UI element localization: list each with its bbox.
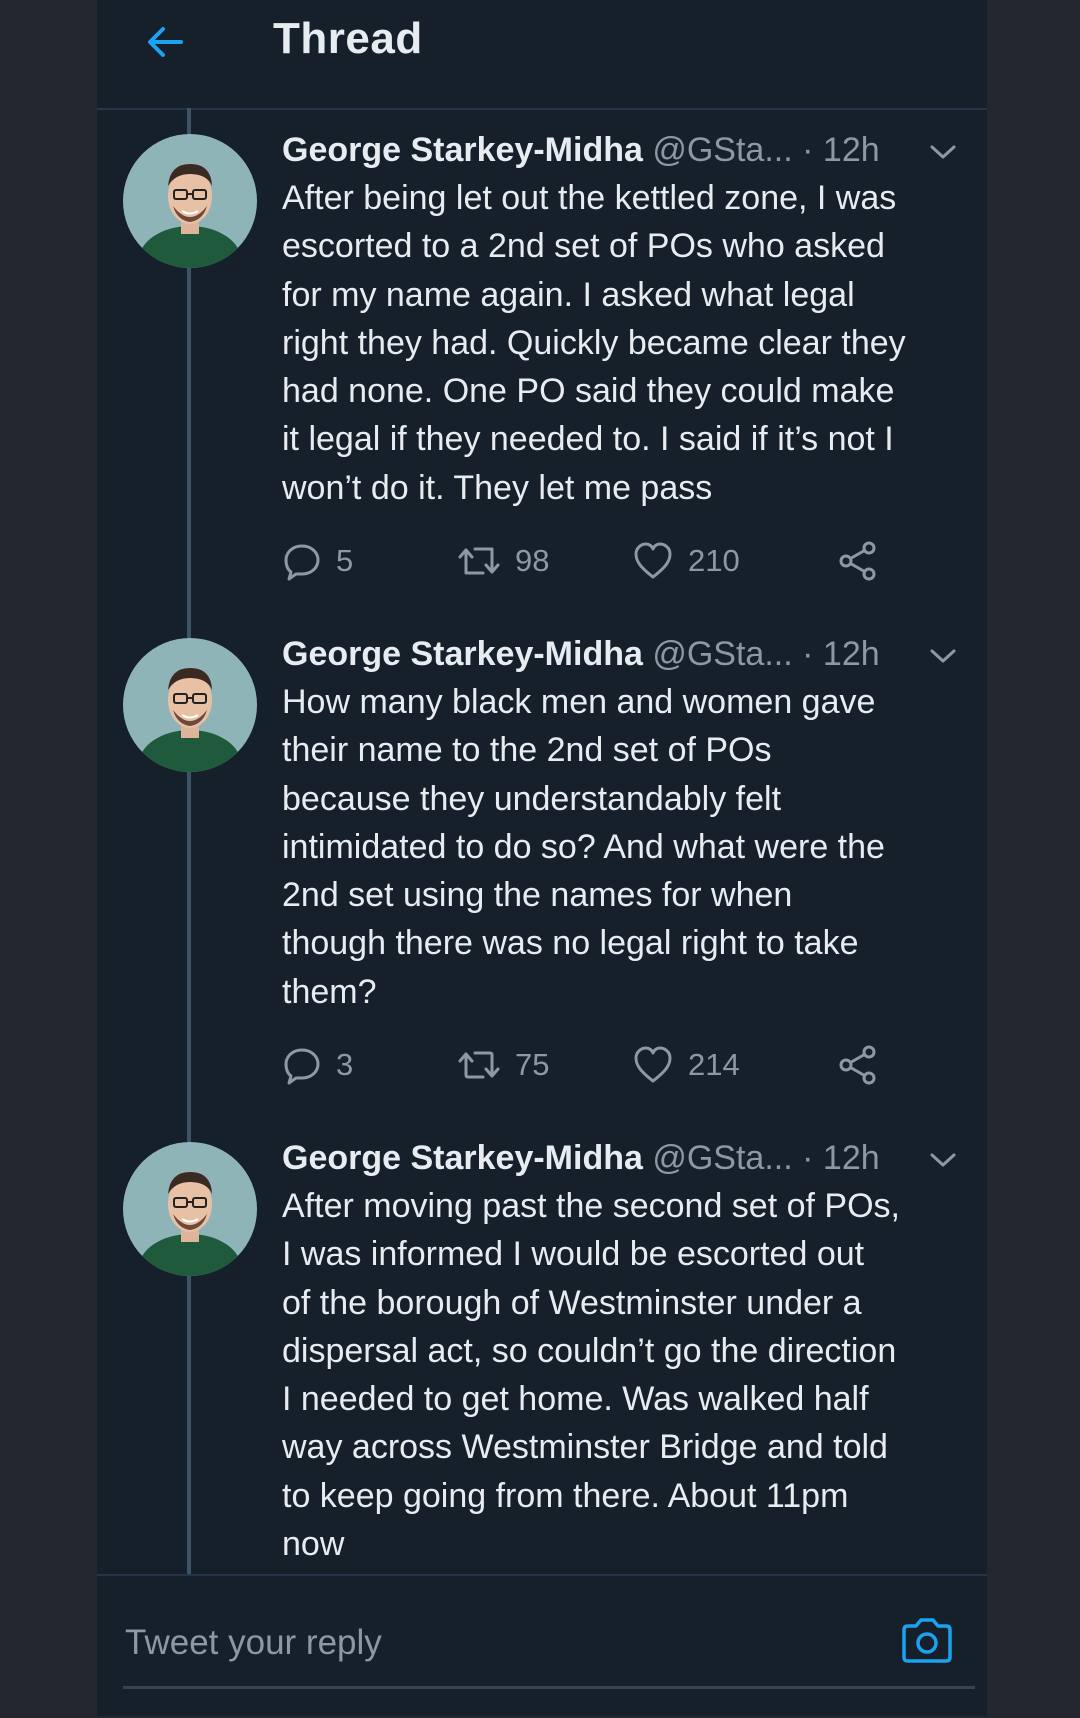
- chevron-down-icon[interactable]: [928, 646, 958, 666]
- tweet-text: After being let out the kettled zone, I …: [282, 179, 906, 507]
- top-bar: Thread: [97, 0, 987, 110]
- retweet-count: 75: [515, 1047, 550, 1082]
- timestamp[interactable]: 12h: [823, 131, 880, 169]
- display-name[interactable]: George Starkey-Midha: [282, 131, 643, 169]
- camera-icon[interactable]: [899, 1616, 955, 1666]
- display-name[interactable]: George Starkey-Midha: [282, 635, 643, 673]
- user-handle[interactable]: @GSta...: [652, 635, 792, 673]
- user-handle[interactable]: @GSta...: [652, 131, 792, 169]
- reply-count: 5: [336, 543, 354, 578]
- separator-dot: ·: [802, 1139, 814, 1177]
- share-icon: [839, 541, 876, 581]
- separator-dot: ·: [802, 131, 814, 169]
- reply-count: 3: [336, 1047, 354, 1082]
- share-button[interactable]: [837, 539, 893, 583]
- chevron-down-icon[interactable]: [928, 1150, 958, 1170]
- share-icon: [839, 1045, 876, 1085]
- reply-composer: [97, 1574, 987, 1718]
- thread-connector-line: [187, 268, 191, 640]
- timestamp[interactable]: 12h: [823, 635, 880, 673]
- page-title: Thread: [273, 14, 423, 63]
- reply-icon: [284, 544, 320, 581]
- reply-underline: [123, 1686, 975, 1689]
- heart-icon: [634, 1046, 672, 1083]
- reply-icon: [284, 1048, 320, 1085]
- tweet-actions: 3 75 214: [282, 1043, 942, 1087]
- tweet-text: After moving past the second set of POs,…: [282, 1187, 900, 1564]
- timestamp[interactable]: 12h: [823, 1139, 880, 1177]
- retweet-button[interactable]: 98: [457, 539, 549, 583]
- arrow-left-icon[interactable]: [141, 18, 189, 66]
- thread-connector-line: [187, 772, 191, 1144]
- tweet-header: George Starkey-Midha @GSta... · 12h: [282, 634, 880, 674]
- display-name[interactable]: George Starkey-Midha: [282, 1139, 643, 1177]
- avatar[interactable]: [123, 1142, 257, 1276]
- reply-button[interactable]: 3: [282, 1043, 353, 1087]
- tweet-text: How many black men and women gave their …: [282, 683, 885, 1011]
- avatar[interactable]: [123, 134, 257, 268]
- like-button[interactable]: 214: [632, 1043, 740, 1087]
- chevron-down-icon[interactable]: [928, 142, 958, 162]
- thread-connector-line: [187, 1276, 191, 1574]
- retweet-count: 98: [515, 543, 550, 578]
- thread-screen: Thread George Starkey-Midha @GSta... · 1…: [97, 0, 987, 1716]
- retweet-icon: [458, 1051, 500, 1079]
- reply-input[interactable]: [123, 1614, 807, 1672]
- tweet-actions: 5 98 210: [282, 539, 942, 583]
- like-count: 210: [688, 543, 740, 578]
- profile-photo: [123, 1142, 257, 1276]
- separator-dot: ·: [802, 635, 814, 673]
- avatar[interactable]: [123, 638, 257, 772]
- like-button[interactable]: 210: [632, 539, 740, 583]
- share-button[interactable]: [837, 1043, 893, 1087]
- heart-icon: [634, 542, 672, 579]
- profile-photo: [123, 638, 257, 772]
- like-count: 214: [688, 1047, 740, 1082]
- profile-photo: [123, 134, 257, 268]
- reply-button[interactable]: 5: [282, 539, 353, 583]
- tweet-header: George Starkey-Midha @GSta... · 12h: [282, 1138, 880, 1178]
- retweet-icon: [458, 547, 500, 575]
- tweet-header: George Starkey-Midha @GSta... · 12h: [282, 130, 880, 170]
- retweet-button[interactable]: 75: [457, 1043, 549, 1087]
- user-handle[interactable]: @GSta...: [652, 1139, 792, 1177]
